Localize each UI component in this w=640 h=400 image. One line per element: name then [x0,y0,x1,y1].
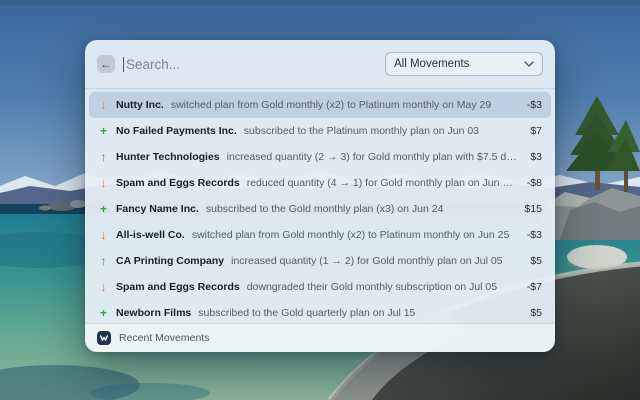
movement-description: subscribed to the Platinum monthly plan … [244,125,518,137]
movement-amount: $15 [524,203,542,215]
recent-movements-window: ← All Movements ↓ Nutty Inc. switched pl… [85,40,555,352]
movement-filter-dropdown[interactable]: All Movements [385,52,543,76]
movement-description: increased quantity (1 → 2) for Gold mont… [231,255,517,267]
movement-description: switched plan from Gold monthly (x2) to … [171,99,514,111]
plus-icon: + [98,124,109,138]
movement-row[interactable]: ↓ Spam and Eggs Records downgraded their… [89,274,551,300]
arrow-down-icon: ↓ [98,98,109,112]
movement-amount: $7 [530,125,542,137]
movement-description: subscribed to the Gold monthly plan (x3)… [206,203,512,215]
movement-row[interactable]: + No Failed Payments Inc. subscribed to … [89,118,551,144]
movement-amount: $3 [530,151,542,163]
company-name: All-is-well Co. [116,229,185,241]
movement-amount: -$3 [527,229,542,241]
plus-icon: + [98,306,109,320]
dropdown-selected-value: All Movements [394,58,469,70]
movement-row[interactable]: ↑ Hunter Technologies increased quantity… [89,144,551,170]
movement-description: switched plan from Gold monthly (x2) to … [192,229,514,241]
movements-list: ↓ Nutty Inc. switched plan from Gold mon… [85,89,555,323]
company-name: Hunter Technologies [116,151,220,163]
movement-row[interactable]: ↑ CA Printing Company increased quantity… [89,248,551,274]
movement-amount: $5 [530,255,542,267]
search-field-wrap [123,57,377,72]
movement-description: increased quantity (2 → 3) for Gold mont… [227,151,518,163]
movement-row[interactable]: + Fancy Name Inc. subscribed to the Gold… [89,196,551,222]
company-name: No Failed Payments Inc. [116,125,237,137]
arrow-up-icon: ↑ [98,254,109,268]
arrow-down-icon: ↓ [98,228,109,242]
footer-title: Recent Movements [119,332,209,344]
arrow-up-icon: ↑ [98,150,109,164]
arrow-down-icon: ↓ [98,280,109,294]
company-name: Newborn Films [116,307,191,319]
movement-amount: $5 [530,307,542,319]
chevron-down-icon [524,61,534,67]
company-name: Spam and Eggs Records [116,177,240,189]
movements-app-logo-icon [97,331,111,345]
movement-amount: -$7 [527,281,542,293]
text-caret [123,57,124,72]
search-header: ← All Movements [85,40,555,89]
window-footer: Recent Movements [85,323,555,352]
company-name: Fancy Name Inc. [116,203,199,215]
back-button[interactable]: ← [97,55,115,73]
company-name: Spam and Eggs Records [116,281,240,293]
company-name: Nutty Inc. [116,99,164,111]
movement-description: subscribed to the Gold quarterly plan on… [198,307,517,319]
search-input[interactable] [126,57,377,72]
movement-row[interactable]: ↓ Nutty Inc. switched plan from Gold mon… [89,92,551,118]
plus-icon: + [98,202,109,216]
movement-description: downgraded their Gold monthly subscripti… [247,281,514,293]
movement-row[interactable]: ↓ Spam and Eggs Records reduced quantity… [89,170,551,196]
movement-description: reduced quantity (4 → 1) for Gold monthl… [247,177,514,189]
movement-amount: -$3 [527,99,542,111]
arrow-down-icon: ↓ [98,176,109,190]
company-name: CA Printing Company [116,255,224,267]
movement-row[interactable]: ↓ All-is-well Co. switched plan from Gol… [89,222,551,248]
movement-amount: -$8 [527,177,542,189]
